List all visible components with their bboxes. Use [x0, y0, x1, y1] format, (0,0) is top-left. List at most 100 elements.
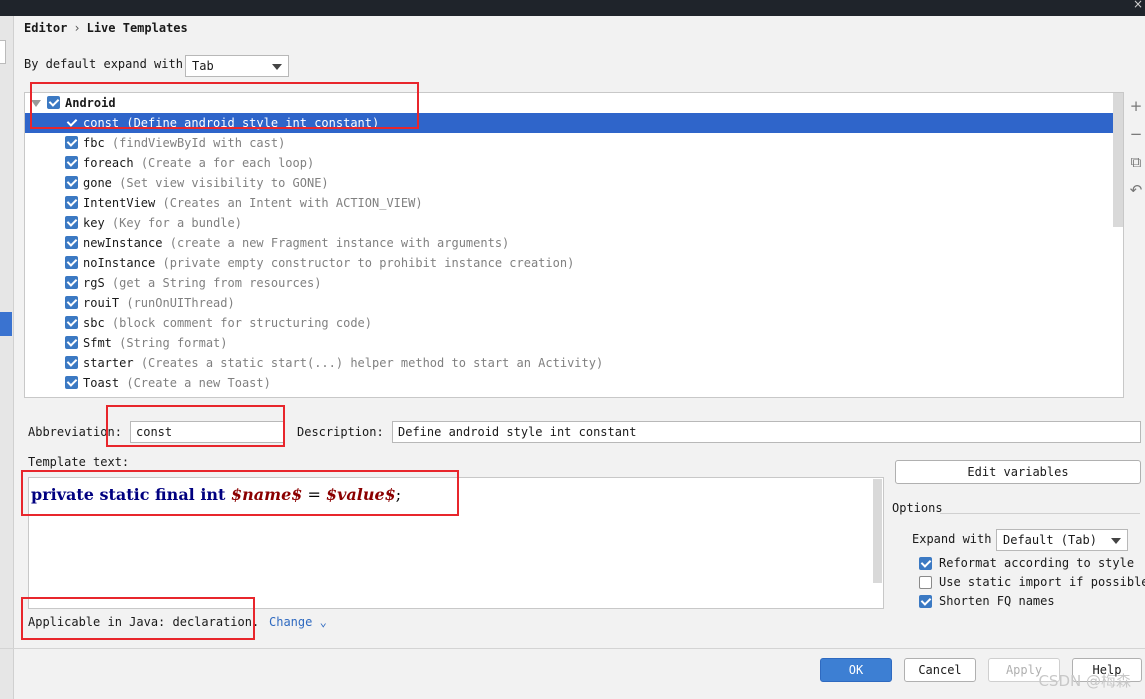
group-name: Android	[65, 96, 116, 110]
template-abbrev: Sfmt	[83, 336, 112, 350]
expand-with-label: By default expand with	[24, 57, 183, 71]
template-abbrev: rgS	[83, 276, 105, 290]
template-description: (get a String from resources)	[111, 276, 322, 290]
template-name: newInstance (create a new Fragment insta…	[83, 233, 509, 253]
template-group-android[interactable]: Android	[25, 93, 1123, 113]
expand-with-combo[interactable]: Default (Tab)	[996, 529, 1128, 551]
default-expand-combo[interactable]: Tab	[185, 55, 289, 77]
abbreviation-label: Abbreviation:	[28, 425, 122, 439]
template-description: (create a new Fragment instance with arg…	[169, 236, 510, 250]
template-text-editor[interactable]: private static final int $name$ = $value…	[28, 477, 884, 609]
reformat-option[interactable]: Reformat according to style	[919, 554, 1144, 573]
template-row[interactable]: const (Define android style int constant…	[25, 113, 1123, 133]
template-row[interactable]: noInstance (private empty constructor to…	[25, 253, 1123, 273]
edit-variables-button[interactable]: Edit variables	[895, 460, 1141, 484]
template-checkbox[interactable]	[65, 116, 78, 129]
template-abbrev: starter	[83, 356, 134, 370]
expand-with-value: Default (Tab)	[1003, 533, 1097, 547]
template-description: (Creates a static start(...) helper meth…	[140, 356, 604, 370]
options-divider	[940, 513, 1140, 514]
template-row[interactable]: rouiT (runOnUIThread)	[25, 293, 1123, 313]
reformat-checkbox[interactable]	[919, 557, 932, 570]
templates-list[interactable]: Android const (Define android style int …	[24, 92, 1124, 398]
shorten-fq-option[interactable]: Shorten FQ names	[919, 592, 1144, 611]
change-link-text: Change	[269, 615, 313, 629]
template-checkbox[interactable]	[65, 256, 78, 269]
template-checkbox[interactable]	[65, 216, 78, 229]
template-checkbox[interactable]	[65, 296, 78, 309]
restore-icon[interactable]: ↶	[1127, 180, 1145, 208]
template-row[interactable]: IntentView (Creates an Intent with ACTIO…	[25, 193, 1123, 213]
template-name: const (Define android style int constant…	[83, 113, 379, 133]
template-row[interactable]: foreach (Create a for each loop)	[25, 153, 1123, 173]
template-checkbox[interactable]	[65, 236, 78, 249]
static-import-option[interactable]: Use static import if possible	[919, 573, 1145, 592]
template-row[interactable]: gone (Set view visibility to GONE)	[25, 173, 1123, 193]
template-checkbox[interactable]	[65, 156, 78, 169]
template-checkbox[interactable]	[65, 176, 78, 189]
chevron-down-icon: ⌄	[319, 615, 327, 629]
template-checkbox[interactable]	[65, 356, 78, 369]
settings-search-field[interactable]	[0, 40, 6, 64]
template-description: (block comment for structuring code)	[111, 316, 373, 330]
breadcrumb-separator: ›	[73, 21, 81, 35]
list-scrollbar[interactable]	[1113, 93, 1123, 227]
template-name: rgS (get a String from resources)	[83, 273, 321, 293]
description-value: Define android style int constant	[398, 425, 637, 439]
close-icon[interactable]: ×	[1133, 0, 1143, 11]
template-row[interactable]: rgS (get a String from resources)	[25, 273, 1123, 293]
abbreviation-field[interactable]: const	[130, 421, 284, 443]
template-description: (Creates an Intent with ACTION_VIEW)	[162, 196, 423, 210]
list-toolbar: + − ⧉ ↶	[1127, 96, 1145, 208]
template-checkbox[interactable]	[65, 196, 78, 209]
template-row[interactable]: sbc (block comment for structuring code)	[25, 313, 1123, 333]
template-checkbox[interactable]	[65, 276, 78, 289]
template-abbrev: gone	[83, 176, 112, 190]
change-context-link[interactable]: Change ⌄	[269, 615, 327, 629]
template-name: starter (Creates a static start(...) hel…	[83, 353, 603, 373]
ok-button[interactable]: OK	[820, 658, 892, 682]
settings-tree-selection[interactable]	[0, 312, 12, 336]
template-checkbox[interactable]	[65, 136, 78, 149]
template-row[interactable]: Toast (Create a new Toast)	[25, 373, 1123, 393]
template-checkbox[interactable]	[65, 376, 78, 389]
template-row[interactable]: key (Key for a bundle)	[25, 213, 1123, 233]
copy-icon[interactable]: ⧉	[1127, 152, 1145, 180]
template-abbrev: rouiT	[83, 296, 120, 310]
template-code: private static final int $name$ = $value…	[31, 485, 401, 504]
template-checkbox[interactable]	[65, 336, 78, 349]
remove-icon[interactable]: −	[1127, 124, 1145, 152]
template-abbrev: noInstance	[83, 256, 156, 270]
options-title: Options	[892, 501, 943, 515]
template-abbrev: const	[83, 116, 120, 130]
template-abbrev: foreach	[83, 156, 134, 170]
description-label: Description:	[297, 425, 384, 439]
template-description: (Key for a bundle)	[111, 216, 242, 230]
template-abbrev: sbc	[83, 316, 105, 330]
template-row[interactable]: starter (Creates a static start(...) hel…	[25, 353, 1123, 373]
template-description: (Set view visibility to GONE)	[119, 176, 329, 190]
editor-scrollbar[interactable]	[873, 479, 882, 583]
add-icon[interactable]: +	[1127, 96, 1145, 124]
code-assign: =	[302, 485, 326, 504]
code-semicolon: ;	[395, 485, 402, 504]
template-row[interactable]: fbc (findViewById with cast)	[25, 133, 1123, 153]
chevron-down-icon	[272, 64, 282, 70]
window-title-bar: ×	[0, 0, 1145, 16]
template-row[interactable]: newInstance (create a new Fragment insta…	[25, 233, 1123, 253]
reformat-label: Reformat according to style	[939, 556, 1135, 570]
shorten-fq-checkbox[interactable]	[919, 595, 932, 608]
template-row[interactable]: Sfmt (String format)	[25, 333, 1123, 353]
code-variable-value: $value$	[325, 485, 396, 504]
cancel-button[interactable]: Cancel	[904, 658, 976, 682]
abbreviation-label-text: Abbreviation:	[28, 425, 122, 439]
breadcrumb-editor[interactable]: Editor	[24, 21, 67, 35]
static-import-checkbox[interactable]	[919, 576, 932, 589]
expand-triangle-icon[interactable]	[31, 100, 41, 107]
description-field[interactable]: Define android style int constant	[392, 421, 1141, 443]
settings-tree-strip	[0, 16, 14, 699]
template-name: IntentView (Creates an Intent with ACTIO…	[83, 193, 423, 213]
template-abbrev: key	[83, 216, 105, 230]
group-checkbox[interactable]	[47, 96, 60, 109]
template-checkbox[interactable]	[65, 316, 78, 329]
